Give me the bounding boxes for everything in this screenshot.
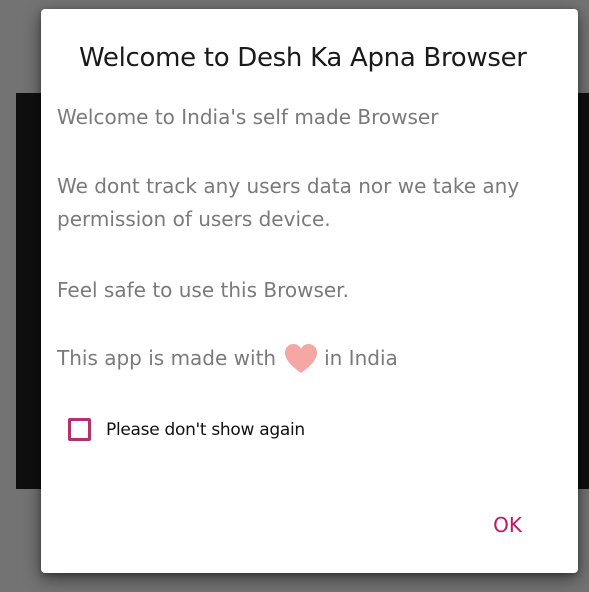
heart-icon — [284, 343, 318, 375]
dont-show-again-row[interactable]: Please don't show again — [68, 418, 305, 441]
message-safety: Feel safe to use this Browser. — [57, 278, 349, 302]
ok-button[interactable]: OK — [487, 509, 528, 541]
message-privacy: We dont track any users data nor we take… — [57, 174, 520, 231]
made-with-suffix: in India — [324, 346, 398, 370]
dont-show-again-label[interactable]: Please don't show again — [106, 420, 305, 440]
dont-show-again-checkbox[interactable] — [68, 418, 91, 441]
message-welcome: Welcome to India's self made Browser — [57, 105, 439, 129]
dialog-title: Welcome to Desh Ka Apna Browser — [79, 43, 527, 73]
made-with-prefix: This app is made with — [57, 346, 277, 370]
message-made-in-india: This app is made with in India — [57, 342, 557, 375]
welcome-dialog: Welcome to Desh Ka Apna Browser Welcome … — [41, 9, 578, 573]
